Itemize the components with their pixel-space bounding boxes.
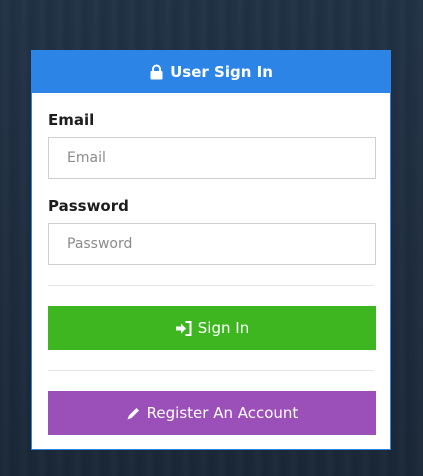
divider [48,285,374,286]
lock-icon [149,64,164,80]
sign-in-panel: User Sign In Email Password Sign In [31,50,391,450]
panel-header: User Sign In [32,51,390,93]
divider [48,370,374,371]
pencil-icon [126,406,141,421]
email-input[interactable] [48,137,376,179]
register-label: Register An Account [146,404,299,422]
sign-in-icon [175,320,192,336]
password-label: Password [48,197,129,215]
password-input[interactable] [48,223,376,265]
sign-in-label: Sign In [197,319,250,337]
register-button[interactable]: Register An Account [48,391,376,435]
sign-in-button[interactable]: Sign In [48,306,376,350]
panel-title: User Sign In [170,63,273,81]
email-label: Email [48,111,95,129]
panel-body: Email Password Sign In Register An A [32,93,390,435]
